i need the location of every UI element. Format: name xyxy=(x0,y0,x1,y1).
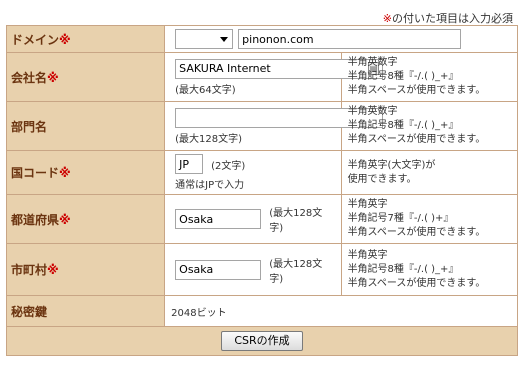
hint-line: 半角記号8種『-/.( )_+』 xyxy=(347,120,459,131)
company-row: 会社名※ SAKURA Internet ▤ (最大64文字) 半角英数字 半角… xyxy=(5,52,519,102)
hint-line: 半角スペースが使用できます。 xyxy=(347,85,486,96)
country-note: (2文字) xyxy=(211,160,246,172)
hint-line: 半角英字(大文字)が xyxy=(347,159,436,171)
required-notice: ※の付いた項目は入力必須 xyxy=(383,10,513,26)
company-input-value: SAKURA Internet xyxy=(179,62,271,75)
secret-key-value: 2048ビット xyxy=(164,295,518,327)
hint-line: 半角スペースが使用できます。 xyxy=(347,134,486,145)
country-input-cell: JP (2文字) 通常はJPで入力 xyxy=(164,150,342,195)
submit-row: CSRの作成 xyxy=(6,326,518,356)
required-mark: ※ xyxy=(382,12,392,25)
create-csr-button[interactable]: CSRの作成 xyxy=(221,331,303,351)
country-hint: 半角英字(大文字)が 使用できます。 xyxy=(340,150,519,195)
department-input-cell: (最大128文字) xyxy=(164,101,384,151)
hint-line: 半角記号7種『-/.( )+』 xyxy=(347,213,454,224)
city-label: 市町村 xyxy=(11,263,48,277)
department-label: 部門名 xyxy=(11,119,48,134)
domain-row: ドメイン※ pinonon.com xyxy=(5,25,518,53)
hint-line: 半角スペースが使用できます。 xyxy=(347,227,486,238)
hint-line: 半角英字 xyxy=(347,199,388,210)
prefecture-note: (最大128文字) xyxy=(269,208,323,234)
hint-line: 半角英数字 xyxy=(347,106,398,117)
country-row: 国コード※ JP (2文字) 通常はJPで入力 半角英字(大文字)が 使用できま… xyxy=(5,150,519,195)
secret-key-row: 秘密鍵 2048ビット xyxy=(5,295,518,327)
company-hint: 半角英数字 半角記号8種『-/.( )_+』 半角スペースが使用できます。 xyxy=(340,52,519,102)
company-label: 会社名 xyxy=(11,70,48,85)
department-hint: 半角英数字 半角記号8種『-/.( )_+』 半角スペースが使用できます。 xyxy=(340,101,519,151)
city-label-cell: 市町村※ xyxy=(5,243,166,296)
required-mark: ※ xyxy=(47,263,59,277)
domain-input-cell: pinonon.com xyxy=(164,25,518,53)
secret-key-label-cell: 秘密鍵 xyxy=(5,295,166,327)
hint-line: 半角記号8種『-/.( )_+』 xyxy=(347,71,459,82)
hint-line: 半角英字 xyxy=(347,249,388,261)
submit-cell: CSRの作成 xyxy=(6,326,518,356)
country-label-cell: 国コード※ xyxy=(5,150,166,195)
required-mark: ※ xyxy=(47,70,59,85)
csr-form-table: ドメイン※ pinonon.com 会社名※ SAKURA Internet ▤… xyxy=(5,25,519,356)
domain-label-cell: ドメイン※ xyxy=(5,25,166,53)
company-label-cell: 会社名※ xyxy=(5,52,166,102)
company-input-cell: SAKURA Internet ▤ (最大64文字) xyxy=(164,52,384,102)
prefecture-label-cell: 都道府県※ xyxy=(5,194,166,244)
hint-line: 半角記号8種『-/.( )_+』 xyxy=(347,263,459,275)
hint-line: 半角スペースが使用できます。 xyxy=(347,277,486,289)
city-row: 市町村※ Osaka (最大128文字) 半角英字 半角記号8種『-/.( )_… xyxy=(5,243,519,296)
required-mark: ※ xyxy=(59,166,71,180)
department-note: (最大128文字) xyxy=(175,133,243,145)
hint-line: 半角英数字 xyxy=(347,57,398,68)
city-hint: 半角英字 半角記号8種『-/.( )_+』 半角スペースが使用できます。 xyxy=(340,243,519,296)
prefecture-input-cell: Osaka (最大128文字) xyxy=(164,194,342,244)
prefecture-hint: 半角英字 半角記号7種『-/.( )+』 半角スペースが使用できます。 xyxy=(340,194,519,244)
prefecture-row: 都道府県※ Osaka (最大128文字) 半角英字 半角記号7種『-/.( )… xyxy=(5,194,519,244)
city-note: (最大128文字) xyxy=(269,258,323,285)
country-note-2: 通常はJPで入力 xyxy=(175,180,245,191)
country-label: 国コード xyxy=(11,166,60,180)
department-label-cell: 部門名 xyxy=(5,101,166,151)
required-mark: ※ xyxy=(59,212,71,227)
country-code-input[interactable]: JP xyxy=(175,154,204,174)
department-row: 部門名 (最大128文字) 半角英数字 半角記号8種『-/.( )_+』 半角ス… xyxy=(5,101,519,151)
secret-key-label: 秘密鍵 xyxy=(11,304,48,319)
required-notice-text: の付いた項目は入力必須 xyxy=(392,12,513,25)
city-input-cell: Osaka (最大128文字) xyxy=(164,243,342,296)
company-note: (最大64文字) xyxy=(175,84,236,96)
chevron-down-icon xyxy=(220,37,229,42)
domain-input[interactable]: pinonon.com xyxy=(238,29,462,49)
domain-label: ドメイン xyxy=(11,32,60,47)
domain-select[interactable] xyxy=(175,29,234,49)
hint-line: 使用できます。 xyxy=(347,173,417,185)
prefecture-label: 都道府県 xyxy=(11,212,60,227)
city-input[interactable]: Osaka xyxy=(175,259,262,280)
required-mark: ※ xyxy=(59,32,71,47)
prefecture-input[interactable]: Osaka xyxy=(175,209,262,229)
